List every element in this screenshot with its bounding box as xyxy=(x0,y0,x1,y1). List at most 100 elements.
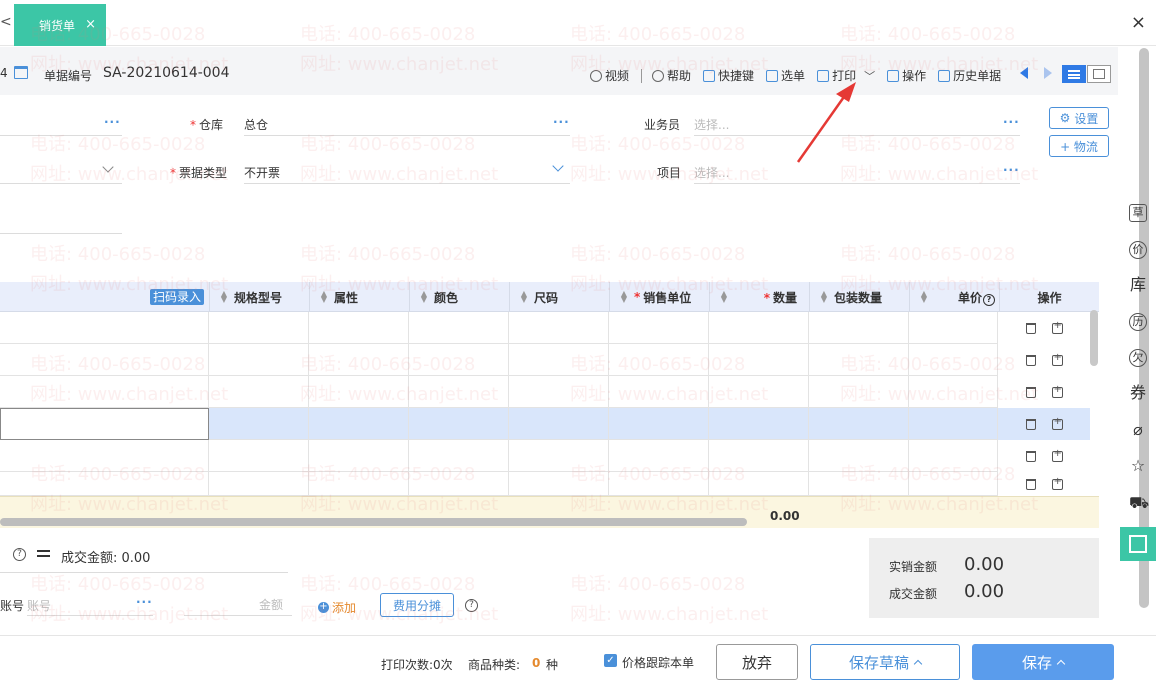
deal-help-icon[interactable]: ? xyxy=(13,548,26,561)
salesperson-input[interactable]: 选择... xyxy=(694,116,729,133)
settings-gear-icon: ⚙ xyxy=(1059,111,1071,125)
tab-prev-icon[interactable]: < xyxy=(0,14,12,30)
price-icon[interactable]: 价 xyxy=(1129,241,1147,259)
delete-icon[interactable] xyxy=(1025,418,1036,430)
delete-icon[interactable] xyxy=(1025,386,1036,398)
add-payment-link[interactable]: + 添加 xyxy=(318,599,356,616)
invoice-type-value[interactable]: 不开票 xyxy=(244,164,280,181)
invoice-type-dropdown-icon[interactable] xyxy=(552,160,564,172)
col-sales-unit[interactable]: ▲ ▼ * 销售单位 xyxy=(609,282,709,312)
table-row[interactable] xyxy=(0,312,997,344)
print-button[interactable]: 打印 xyxy=(817,67,856,84)
expand-button[interactable] xyxy=(1120,527,1156,561)
attachment-icon[interactable]: ⌀ xyxy=(1129,422,1147,440)
watermark-text: 电话: 400-665-0028 xyxy=(570,574,746,595)
table-row[interactable] xyxy=(0,344,997,376)
save-draft-button[interactable]: 保存草稿 xyxy=(810,644,960,680)
duplicate-icon[interactable] xyxy=(1051,384,1063,398)
table-row[interactable] xyxy=(0,440,997,472)
duplicate-icon[interactable] xyxy=(1051,448,1063,462)
tab-sales-order[interactable]: 销货单 × xyxy=(14,4,106,46)
settings-label: 设置 xyxy=(1074,111,1099,126)
amount-input[interactable]: 金额 xyxy=(259,596,283,613)
price-track-checkbox[interactable]: ✓ xyxy=(604,654,617,667)
warehouse-more-icon[interactable]: ··· xyxy=(553,115,570,129)
warehouse-value[interactable]: 总仓 xyxy=(244,116,268,133)
prev-record-icon[interactable] xyxy=(1020,67,1028,79)
keyboard-icon xyxy=(703,69,716,82)
delete-icon[interactable] xyxy=(1025,354,1036,366)
col-size[interactable]: ▲ ▼ 尺码 xyxy=(509,282,609,312)
project-more-icon[interactable]: ··· xyxy=(1003,163,1020,177)
salesperson-more-icon[interactable]: ··· xyxy=(1003,115,1020,129)
project-input[interactable]: 选择... xyxy=(694,164,729,181)
shortcut-button[interactable]: 快捷键 xyxy=(703,67,754,84)
history-icon[interactable]: 历 xyxy=(1129,313,1147,331)
debt-icon[interactable]: 欠 xyxy=(1129,349,1147,367)
horizontal-scrollbar[interactable] xyxy=(0,518,747,526)
truck-icon[interactable]: ⛟ xyxy=(1129,495,1149,513)
col-size-label: 尺码 xyxy=(534,290,559,305)
logistics-button[interactable]: + 物流 xyxy=(1049,135,1109,157)
col-pack-quantity[interactable]: ▲ ▼ 包装数量 xyxy=(809,282,909,312)
account-more-icon[interactable]: ··· xyxy=(136,595,153,609)
operation-label: 操作 xyxy=(902,69,927,83)
history-button[interactable]: 历史单据 xyxy=(938,67,1001,84)
col-color[interactable]: ▲ ▼ 颜色 xyxy=(409,282,509,312)
field-dropdown-icon[interactable] xyxy=(102,161,114,173)
project-label: 项目 xyxy=(657,166,682,180)
watermark-text: 电话: 400-665-0028 xyxy=(30,574,206,595)
window-close-icon[interactable]: × xyxy=(1131,12,1146,33)
discard-button[interactable]: 放弃 xyxy=(716,644,798,680)
operation-button[interactable]: 操作 xyxy=(887,67,926,84)
grid-vertical-scrollbar[interactable] xyxy=(1090,310,1098,366)
required-mark: * xyxy=(634,290,641,304)
coupon-icon[interactable]: 券 xyxy=(1129,385,1147,403)
card-view-button[interactable] xyxy=(1087,65,1111,83)
warehouse-label: * 仓库 xyxy=(190,116,223,133)
delete-icon[interactable] xyxy=(1025,478,1036,490)
document-icon xyxy=(938,69,951,82)
product-name-input[interactable] xyxy=(0,408,209,440)
settings-button[interactable]: ⚙ 设置 xyxy=(1049,107,1109,129)
price-help-icon[interactable]: ? xyxy=(983,293,995,306)
duplicate-icon[interactable] xyxy=(1051,416,1063,430)
duplicate-icon[interactable] xyxy=(1051,320,1063,334)
fee-split-button[interactable]: 费用分摊 xyxy=(380,593,454,617)
fee-help-icon[interactable]: ? xyxy=(465,599,478,612)
print-dropdown-chevron-icon[interactable]: ﹀ xyxy=(864,68,875,84)
table-row[interactable] xyxy=(0,472,997,496)
row-actions xyxy=(998,408,1090,440)
tab-close-icon[interactable]: × xyxy=(85,17,96,32)
salesperson-underline xyxy=(694,135,1020,136)
sort-icon: ▲ ▼ xyxy=(620,289,628,304)
video-button[interactable]: 视频 xyxy=(590,67,629,84)
star-icon[interactable]: ☆ xyxy=(1129,458,1147,476)
field-more-icon[interactable]: ··· xyxy=(104,115,121,129)
product-kinds-label: 商品种类: xyxy=(468,658,521,672)
col-spec[interactable]: ▲ ▼ 规格型号 xyxy=(209,282,309,312)
next-record-icon[interactable] xyxy=(1044,67,1052,79)
column-divider xyxy=(408,312,409,512)
help-button[interactable]: 帮助 xyxy=(652,67,691,84)
duplicate-icon[interactable] xyxy=(1051,476,1063,490)
calendar-icon[interactable] xyxy=(14,66,28,79)
select-order-button[interactable]: 选单 xyxy=(766,67,805,84)
col-quantity[interactable]: ▲ ▼ * 数量 xyxy=(709,282,809,312)
scan-entry-button[interactable]: 扫码录入 xyxy=(150,289,205,305)
required-mark: * xyxy=(190,118,196,132)
col-unit-price[interactable]: ▲ ▼ 单价? xyxy=(909,282,999,312)
expand-icon xyxy=(1129,535,1147,553)
delete-icon[interactable] xyxy=(1025,450,1036,462)
col-attribute[interactable]: ▲ ▼ 属性 xyxy=(309,282,409,312)
duplicate-icon[interactable] xyxy=(1051,352,1063,366)
amount-summary: 实销金额 0.00 成交金额 0.00 xyxy=(869,538,1099,618)
table-row[interactable] xyxy=(0,376,997,408)
account-input[interactable]: 账号 xyxy=(27,597,51,614)
delete-icon[interactable] xyxy=(1025,322,1036,334)
document-header: 4 单据编号 SA-20210614-004 视频 帮助 快捷键 选单 打印 ﹀… xyxy=(0,47,1118,95)
save-button[interactable]: 保存 xyxy=(972,644,1114,680)
stock-icon[interactable]: 库 xyxy=(1129,277,1147,295)
list-view-button[interactable] xyxy=(1062,65,1086,83)
draft-icon[interactable]: 草 xyxy=(1129,204,1147,222)
